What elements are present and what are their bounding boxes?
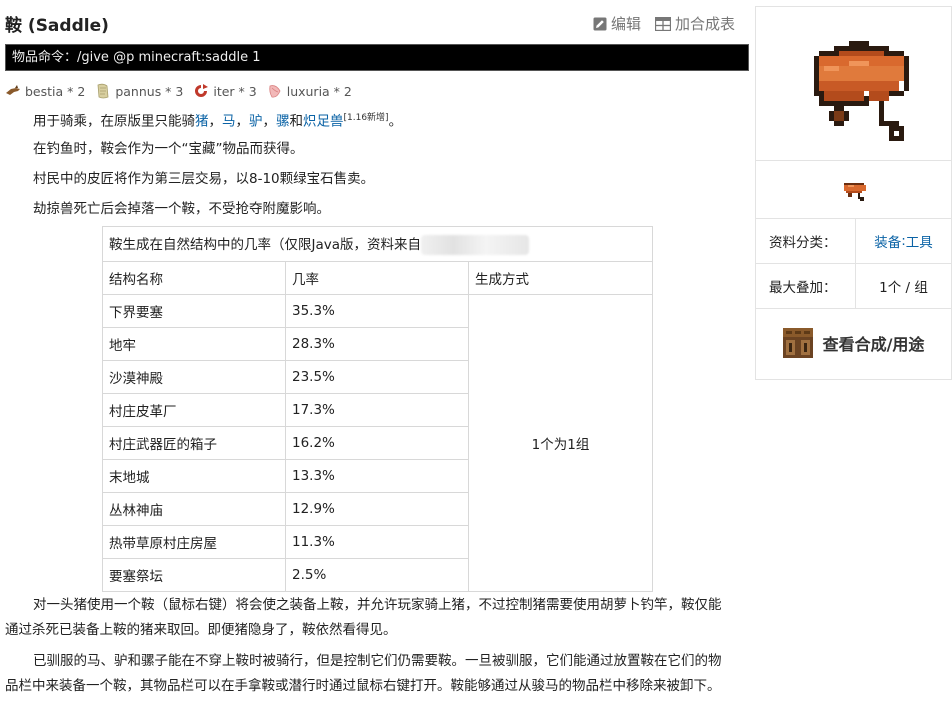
- chance-value: 28.3%: [285, 327, 469, 361]
- saddle-large-icon: [814, 41, 909, 141]
- text: 通过杀死已装备上鞍的猪来取回。即便猪隐身了，鞍依然看得见。: [5, 622, 397, 638]
- link-horse[interactable]: 马: [222, 114, 236, 130]
- paragraph-villager: 村民中的皮匠将作为第三层交易，以8-10颗绿宝石售卖。: [5, 167, 747, 192]
- view-recipe-label: 查看合成/用途: [822, 335, 925, 354]
- structure-name: 下界要塞: [102, 294, 286, 328]
- paragraph-fishing: 在钓鱼时，鞍会作为一个“宝藏”物品而获得。: [5, 137, 747, 162]
- aspect-label: iter * 3: [213, 83, 257, 99]
- stack-row: 最大叠加： 1个 / 组: [756, 264, 951, 309]
- text: 和: [289, 113, 304, 130]
- item-sprite-section: [756, 161, 951, 219]
- link-donkey[interactable]: 驴: [249, 114, 263, 130]
- aspect-label: bestia * 2: [25, 83, 86, 99]
- paragraph-ravager: 劫掠兽死亡后会掉落一个鞍，不受抢夺附魔影响。: [5, 197, 747, 222]
- link-strider[interactable]: 炽足兽: [303, 114, 344, 130]
- table-icon: [655, 16, 672, 31]
- text: 品栏中来装备一个鞍，其物品栏可以在手拿鞍或潜行时通过鼠标右键打开。鞍能够通过从骏…: [5, 678, 721, 694]
- chance-value: 16.2%: [285, 426, 469, 460]
- text: 。: [388, 113, 403, 130]
- add-recipe-label: 加合成表: [675, 15, 736, 33]
- saddle-small-icon: [844, 183, 866, 201]
- aspect-label: pannus * 3: [115, 83, 184, 99]
- text: 村民中的皮匠将作为第三层交易，以8-10颗绿宝石售卖。: [33, 171, 375, 187]
- structure-name: 地牢: [102, 327, 286, 361]
- category-row: 资料分类： 装备: 工具: [756, 219, 951, 264]
- table-row: 下界要塞 35.3% 1个为1组: [102, 294, 653, 592]
- caption-text: 鞍生成在自然结构中的几率（仅限Java版，资料来自: [109, 237, 422, 253]
- loot-chance-table: 鞍生成在自然结构中的几率（仅限Java版，资料来自 结构名称 几率 生成方式 下…: [102, 226, 653, 592]
- text: 用于骑乘，在原版里只能骑: [33, 113, 195, 130]
- table-caption: 鞍生成在自然结构中的几率（仅限Java版，资料来自: [102, 226, 653, 262]
- link-mule[interactable]: 骡: [276, 114, 290, 130]
- version-note: [1.16新增]: [343, 113, 389, 123]
- structure-name: 沙漠神殿: [102, 360, 286, 394]
- structure-name: 村庄皮革厂: [102, 393, 286, 427]
- chance-value: 13.3%: [285, 459, 469, 493]
- text: 在钓鱼时，鞍会作为一个“宝藏”物品而获得。: [33, 141, 304, 157]
- aspect-iter[interactable]: iter * 3: [193, 83, 257, 99]
- method-cell: 1个为1组: [468, 294, 653, 592]
- structure-name: 要塞祭坛: [102, 558, 286, 592]
- header-structure: 结构名称: [102, 261, 286, 295]
- chance-value: 23.5%: [285, 360, 469, 394]
- structure-name: 热带草原村庄房屋: [102, 525, 286, 559]
- edit-button[interactable]: 编辑: [593, 13, 641, 34]
- iter-aspect-icon: [195, 84, 209, 97]
- item-infobox: 资料分类： 装备: 工具 最大叠加： 1个 / 组 查看合成/用途: [755, 6, 952, 380]
- text: ，: [235, 113, 250, 130]
- blurred-source: [421, 235, 530, 255]
- text: 劫掠兽死亡后会掉落一个鞍，不受抢夺附魔影响。: [33, 201, 330, 217]
- luxuria-aspect-icon: [269, 85, 281, 98]
- category-label: 资料分类：: [756, 219, 856, 263]
- text: 已驯服的马、驴和骡子能在不穿上鞍时被骑行，但是控制它们仍需要鞍。一旦被驯服，它们…: [33, 653, 722, 669]
- edit-label: 编辑: [611, 15, 642, 33]
- paragraph-horse-usage: 已驯服的马、驴和骡子能在不穿上鞍时被骑行，但是控制它们仍需要鞍。一旦被驯服，它们…: [5, 649, 747, 699]
- text: ，: [262, 113, 277, 130]
- aspect-pannus[interactable]: pannus * 3: [95, 83, 183, 99]
- paragraph-pig-usage: 对一头猪使用一个鞍（鼠标右键）将会使之装备上鞍，并允许玩家骑上猪，不过控制猪需要…: [5, 593, 747, 643]
- text: 对一头猪使用一个鞍（鼠标右键）将会使之装备上鞍，并允许玩家骑上猪，不过控制猪需要…: [33, 597, 722, 613]
- text: ，: [208, 113, 223, 130]
- table-header-row: 结构名称 几率 生成方式: [102, 261, 653, 295]
- page-actions: 编辑 加合成表: [593, 13, 735, 34]
- header-method: 生成方式: [468, 261, 653, 295]
- chance-value: 2.5%: [285, 558, 469, 592]
- edit-icon: [593, 17, 607, 30]
- link-pig[interactable]: 猪: [195, 114, 209, 130]
- category-value: 装备: 工具: [856, 219, 951, 263]
- structure-name: 丛林神庙: [102, 492, 286, 526]
- chance-value: 17.3%: [285, 393, 469, 427]
- give-command-box: 物品命令：/give @p minecraft:saddle 1: [5, 44, 749, 71]
- page-title: 鞍 (Saddle): [5, 16, 109, 36]
- structure-name: 村庄武器匠的箱子: [102, 426, 286, 460]
- structure-name: 末地城: [102, 459, 286, 493]
- chance-value: 35.3%: [285, 294, 469, 328]
- aspect-luxuria[interactable]: luxuria * 2: [267, 83, 352, 99]
- crafting-table-icon: [782, 328, 813, 358]
- category-link-equipment[interactable]: 装备: [874, 231, 901, 251]
- aspect-label: luxuria * 2: [286, 83, 352, 99]
- paragraph-mounts: 用于骑乘，在原版里只能骑猪，马，驴，骡和炽足兽[1.16新增]。: [5, 106, 747, 135]
- aspect-list: bestia * 2 pannus * 3 iter * 3 luxuria *…: [5, 83, 352, 99]
- chance-value: 12.9%: [285, 492, 469, 526]
- pannus-aspect-icon: [97, 83, 109, 99]
- stack-label: 最大叠加：: [756, 264, 856, 308]
- item-image-section: [756, 7, 951, 161]
- view-recipe-button[interactable]: 查看合成/用途: [756, 309, 951, 377]
- chance-value: 11.3%: [285, 525, 469, 559]
- category-link-tools[interactable]: 工具: [906, 231, 933, 251]
- stack-value: 1个 / 组: [879, 280, 928, 296]
- bestia-aspect-icon: [6, 85, 20, 95]
- header-chance: 几率: [285, 261, 469, 295]
- aspect-bestia[interactable]: bestia * 2: [5, 83, 85, 99]
- add-recipe-button[interactable]: 加合成表: [655, 13, 735, 34]
